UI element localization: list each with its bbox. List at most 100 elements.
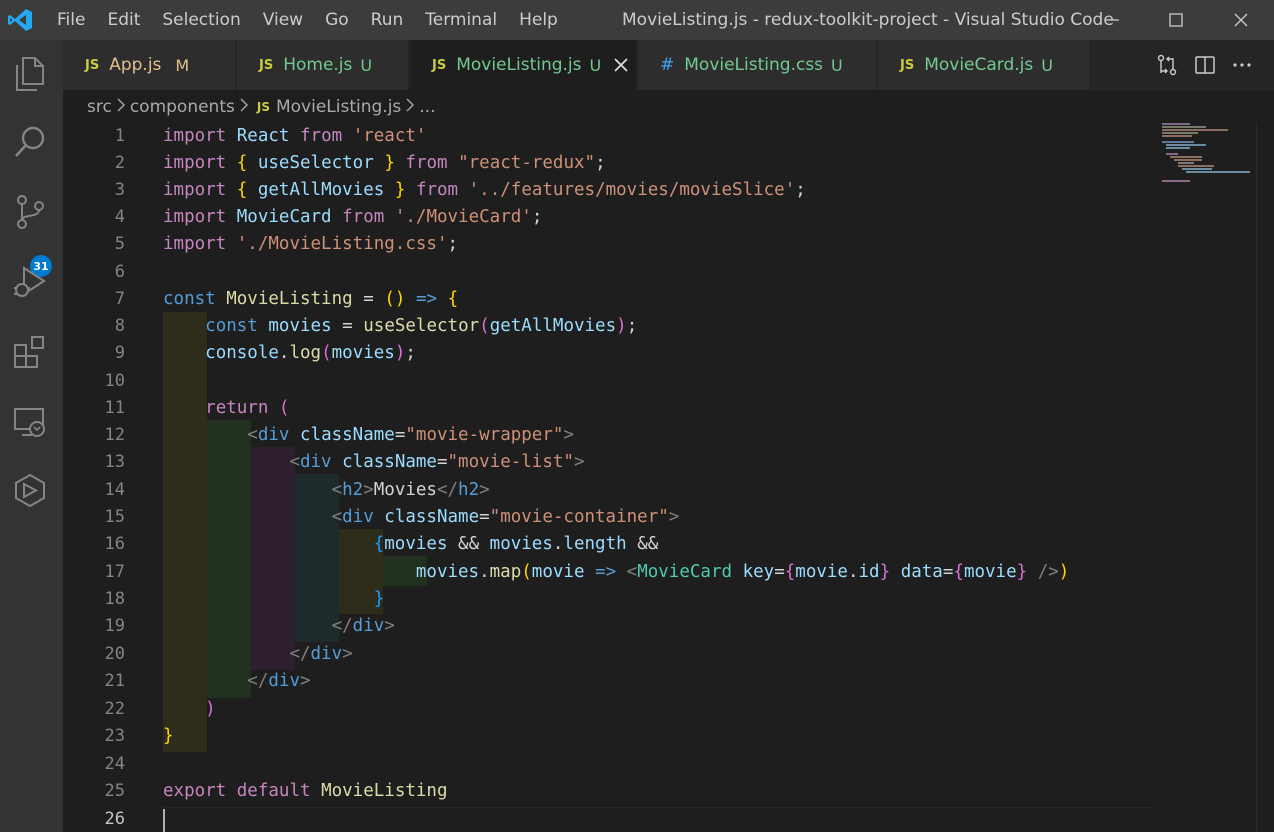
tab-moviecard-js[interactable]: JS MovieCard.js U bbox=[878, 40, 1090, 90]
cube-icon[interactable] bbox=[10, 470, 50, 510]
remote-explorer-icon[interactable] bbox=[10, 402, 50, 442]
code-line[interactable]: </div> bbox=[163, 613, 395, 640]
more-actions-button[interactable] bbox=[1229, 52, 1255, 78]
untracked-badge: U bbox=[1041, 55, 1053, 75]
js-file-icon: JS bbox=[432, 57, 447, 73]
close-icon bbox=[1234, 13, 1248, 27]
breadcrumb-src[interactable]: src bbox=[87, 97, 112, 117]
minimize-button[interactable] bbox=[1090, 0, 1136, 40]
line-number: 22 bbox=[104, 699, 125, 719]
code-line[interactable]: <div className="movie-container"> bbox=[163, 504, 680, 531]
code-line[interactable]: console.log(movies); bbox=[163, 340, 416, 367]
code-line[interactable]: </div> bbox=[163, 641, 352, 668]
menu-view[interactable]: View bbox=[252, 0, 314, 40]
menu-bar: File Edit Selection View Go Run Terminal… bbox=[46, 0, 569, 40]
chevron-right-icon bbox=[116, 97, 126, 117]
compare-changes-icon bbox=[1157, 54, 1177, 76]
code-line[interactable]: ) bbox=[163, 696, 216, 723]
minimap[interactable] bbox=[1160, 123, 1256, 183]
open-changes-button[interactable] bbox=[1154, 52, 1180, 78]
vscode-logo-icon[interactable] bbox=[7, 8, 33, 32]
breadcrumb-file[interactable]: MovieListing.js bbox=[276, 97, 401, 117]
extensions-icon[interactable] bbox=[10, 332, 50, 372]
js-file-icon: JS bbox=[900, 57, 915, 73]
line-number: 2 bbox=[114, 153, 125, 173]
untracked-badge: U bbox=[589, 55, 602, 75]
explorer-icon[interactable] bbox=[10, 54, 50, 94]
text-cursor bbox=[163, 809, 165, 832]
code-editor[interactable]: 1 2 3 4 5 6 7 8 9 10 11 12 13 14 15 16 1… bbox=[63, 123, 1274, 832]
code-line[interactable]: <div className="movie-wrapper"> bbox=[163, 422, 574, 449]
code-line[interactable]: </div> bbox=[163, 668, 310, 695]
close-window-button[interactable] bbox=[1218, 0, 1264, 40]
tab-label: Home.js bbox=[283, 55, 353, 75]
tab-home-js[interactable]: JS Home.js U bbox=[237, 40, 409, 90]
line-number: 4 bbox=[114, 207, 125, 227]
code-line[interactable]: import { getAllMovies } from '../feature… bbox=[163, 177, 806, 204]
chevron-right-icon bbox=[405, 97, 415, 117]
line-number: 18 bbox=[104, 589, 125, 609]
code-line[interactable]: import MovieCard from './MovieCard'; bbox=[163, 204, 542, 231]
title-bar: File Edit Selection View Go Run Terminal… bbox=[0, 0, 1274, 40]
code-line[interactable]: const movies = useSelector(getAllMovies)… bbox=[163, 313, 637, 340]
tab-label: App.js bbox=[109, 55, 162, 75]
menu-file[interactable]: File bbox=[46, 0, 96, 40]
menu-go[interactable]: Go bbox=[314, 0, 360, 40]
tab-label: MovieListing.css bbox=[684, 55, 824, 75]
line-number: 25 bbox=[104, 781, 125, 801]
maximize-button[interactable] bbox=[1153, 0, 1199, 40]
line-number: 24 bbox=[104, 754, 125, 774]
breadcrumb-components[interactable]: components bbox=[130, 97, 235, 117]
code-line[interactable]: return ( bbox=[163, 395, 289, 422]
close-tab-icon[interactable] bbox=[613, 57, 629, 73]
line-number: 15 bbox=[104, 507, 125, 527]
line-number: 12 bbox=[104, 425, 125, 445]
split-editor-button[interactable] bbox=[1192, 52, 1218, 78]
code-line[interactable]: {movies && movies.length && bbox=[163, 531, 659, 558]
vertical-scrollbar[interactable] bbox=[1256, 123, 1274, 832]
breadcrumb-symbol[interactable]: ... bbox=[419, 97, 435, 117]
line-number: 13 bbox=[104, 452, 125, 472]
split-editor-icon bbox=[1195, 56, 1215, 74]
line-number: 17 bbox=[104, 562, 125, 582]
line-number: 7 bbox=[114, 289, 125, 309]
code-line[interactable]: export default MovieListing bbox=[163, 778, 448, 805]
line-number: 23 bbox=[104, 726, 125, 746]
code-line[interactable]: import { useSelector } from "react-redux… bbox=[163, 150, 606, 177]
code-line[interactable]: } bbox=[163, 723, 174, 750]
menu-selection[interactable]: Selection bbox=[151, 0, 251, 40]
code-line[interactable]: <div className="movie-list"> bbox=[163, 449, 584, 476]
untracked-badge: U bbox=[360, 55, 373, 75]
search-icon[interactable] bbox=[10, 122, 50, 162]
menu-terminal[interactable]: Terminal bbox=[414, 0, 508, 40]
tab-label: MovieCard.js bbox=[924, 55, 1034, 75]
js-file-icon: JS bbox=[256, 99, 270, 114]
tab-label: MovieListing.js bbox=[456, 55, 582, 75]
line-number-current: 26 bbox=[104, 809, 125, 829]
maximize-icon bbox=[1169, 13, 1183, 27]
code-line[interactable]: } bbox=[163, 586, 385, 613]
chevron-right-icon bbox=[239, 97, 249, 117]
line-number: 19 bbox=[104, 616, 125, 636]
menu-run[interactable]: Run bbox=[360, 0, 415, 40]
source-control-icon[interactable] bbox=[10, 192, 50, 232]
tab-movielisting-js[interactable]: JS MovieListing.js U bbox=[410, 40, 637, 90]
code-line[interactable]: import React from 'react' bbox=[163, 123, 426, 150]
code-line[interactable]: import './MovieListing.css'; bbox=[163, 231, 458, 258]
code-line[interactable]: <h2>Movies</h2> bbox=[163, 477, 490, 504]
line-number: 1 bbox=[114, 126, 125, 146]
menu-help[interactable]: Help bbox=[508, 0, 569, 40]
line-number: 9 bbox=[114, 343, 125, 363]
code-line[interactable]: movies.map(movie => <MovieCard key={movi… bbox=[163, 559, 1069, 586]
more-icon bbox=[1233, 63, 1251, 67]
tab-app-js[interactable]: JS App.js M bbox=[63, 40, 236, 90]
tab-movielisting-css[interactable]: # MovieListing.css U bbox=[638, 40, 877, 90]
line-number: 8 bbox=[114, 316, 125, 336]
line-number: 10 bbox=[104, 371, 125, 391]
run-debug-icon[interactable] bbox=[10, 262, 50, 302]
code-line[interactable]: const MovieListing = () => { bbox=[163, 286, 458, 313]
tab-bar: JS App.js M JS Home.js U JS MovieListing… bbox=[63, 40, 1274, 90]
line-number: 3 bbox=[114, 180, 125, 200]
untracked-badge: U bbox=[831, 55, 843, 75]
menu-edit[interactable]: Edit bbox=[96, 0, 151, 40]
